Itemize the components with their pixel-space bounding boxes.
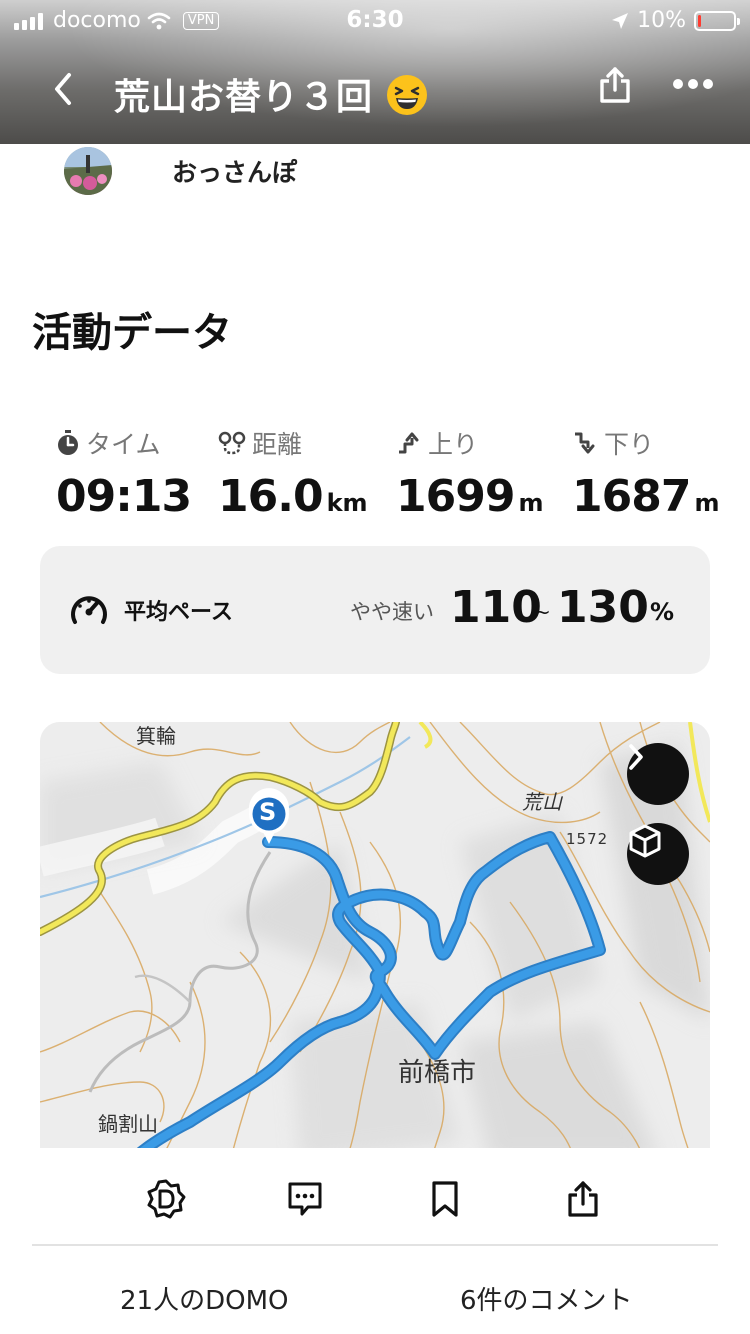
map-label-minowa: 箕輪 <box>136 724 176 748</box>
bookmark-icon <box>432 1181 458 1217</box>
chevron-left-icon <box>55 73 71 105</box>
stat-distance-label-row: 距離 <box>218 425 368 461</box>
stopwatch-icon <box>58 430 78 455</box>
stat-ascent-value: 1699 <box>396 471 515 522</box>
stat-time-label: タイム <box>86 430 161 459</box>
battery-percent: 10% <box>637 8 686 33</box>
battery-icon <box>694 10 740 31</box>
stat-descent: 下り 1687 m <box>572 425 719 522</box>
stat-time: タイム 09:13 <box>56 425 192 522</box>
activity-stats: タイム 09:13 距離 16.0 km 上り 1699 m 下り 1687 m <box>0 425 750 535</box>
author-name[interactable]: おっさんぽ <box>172 153 297 189</box>
stat-ascent-unit: m <box>518 489 544 517</box>
ellipsis-icon-dot <box>673 79 683 89</box>
domo-icon <box>147 1179 186 1219</box>
stat-ascent: 上り 1699 m <box>396 425 543 522</box>
pace-min-value: 110 <box>450 582 542 633</box>
descent-arrow-icon <box>575 432 595 454</box>
pace-separator: ~ <box>534 600 551 624</box>
route-map[interactable]: S 箕輪 荒山 1572 前橋市 鍋割山 <box>40 722 710 1162</box>
status-right: 10% <box>611 8 740 33</box>
back-button[interactable] <box>38 64 88 114</box>
page-title-text: 荒山お替り３回 <box>114 77 374 118</box>
expand-map-button[interactable] <box>627 743 689 805</box>
cube-icon <box>629 824 661 858</box>
activity-data-heading: 活動データ <box>32 310 232 356</box>
stat-time-value-row: 09:13 <box>56 471 192 522</box>
speedometer-icon <box>71 596 107 624</box>
map-label-nabewariyama: 鍋割山 <box>98 1112 158 1136</box>
stat-descent-label-row: 下り <box>572 425 719 461</box>
stat-distance-value: 16.0 <box>218 471 324 522</box>
map-terrain <box>40 722 710 1162</box>
chevron-right-icon <box>629 744 643 770</box>
stat-ascent-label-row: 上り <box>396 425 543 461</box>
stat-descent-label: 下り <box>604 430 655 459</box>
ellipsis-icon-dot <box>703 79 713 89</box>
domo-button[interactable] <box>136 1174 196 1224</box>
battery-level <box>698 14 701 27</box>
grinning-squinting-face-icon <box>386 75 427 115</box>
comment-button[interactable] <box>275 1174 335 1224</box>
location-arrow-icon <box>612 12 629 29</box>
share-button[interactable] <box>553 1174 613 1224</box>
stat-descent-value: 1687 <box>572 471 691 522</box>
start-marker-letter: S <box>259 798 277 826</box>
nav-row: 荒山お替り３回 <box>0 54 750 124</box>
stat-descent-value-row: 1687 m <box>572 471 719 522</box>
stat-distance-label: 距離 <box>252 430 303 459</box>
map-label-elevation: 1572 <box>566 830 609 848</box>
avatar[interactable] <box>64 147 112 195</box>
ascent-arrow-icon <box>399 432 419 454</box>
more-options-button[interactable] <box>668 64 718 104</box>
bottom-divider <box>32 1244 718 1246</box>
pace-description: やや速い <box>350 600 434 624</box>
route-pin-icon <box>218 431 246 455</box>
pace-unit: % <box>650 598 675 626</box>
stat-time-label-row: タイム <box>56 425 191 461</box>
stat-distance: 距離 16.0 km <box>218 425 368 522</box>
status-bar: docomo VPN 6:30 10% <box>0 0 750 40</box>
stat-time-value: 09:13 <box>56 471 192 522</box>
header-share-button[interactable] <box>590 60 640 110</box>
stat-descent-unit: m <box>694 489 720 517</box>
stat-ascent-label: 上り <box>428 430 479 459</box>
page-title: 荒山お替り３回 <box>114 68 427 120</box>
comment-icon <box>288 1182 322 1216</box>
share-icon <box>600 67 630 103</box>
share-icon <box>568 1181 598 1217</box>
header-cover: docomo VPN 6:30 10% 荒山お替り３回 <box>0 0 750 144</box>
map-label-arayama: 荒山 <box>522 790 562 814</box>
bottom-action-bar: 21人のDOMO 6件のコメント <box>0 1148 750 1334</box>
comment-count-link[interactable]: 6件のコメント <box>460 1280 633 1317</box>
map-label-maebashi: 前橋市 <box>398 1058 477 1088</box>
view-3d-button[interactable] <box>627 823 689 885</box>
average-pace-card[interactable]: 平均ペース やや速い 110 ~ 130 % <box>40 546 710 674</box>
pace-label: 平均ペース <box>124 600 233 625</box>
stat-distance-unit: km <box>326 489 368 517</box>
pace-max-value: 130 <box>557 582 649 633</box>
stat-ascent-value-row: 1699 m <box>396 471 543 522</box>
author-row[interactable]: おっさんぽ <box>64 146 297 196</box>
stat-distance-value-row: 16.0 km <box>218 471 368 522</box>
domo-count-link[interactable]: 21人のDOMO <box>120 1280 288 1317</box>
bookmark-button[interactable] <box>415 1174 475 1224</box>
ellipsis-icon-dot <box>688 79 698 89</box>
